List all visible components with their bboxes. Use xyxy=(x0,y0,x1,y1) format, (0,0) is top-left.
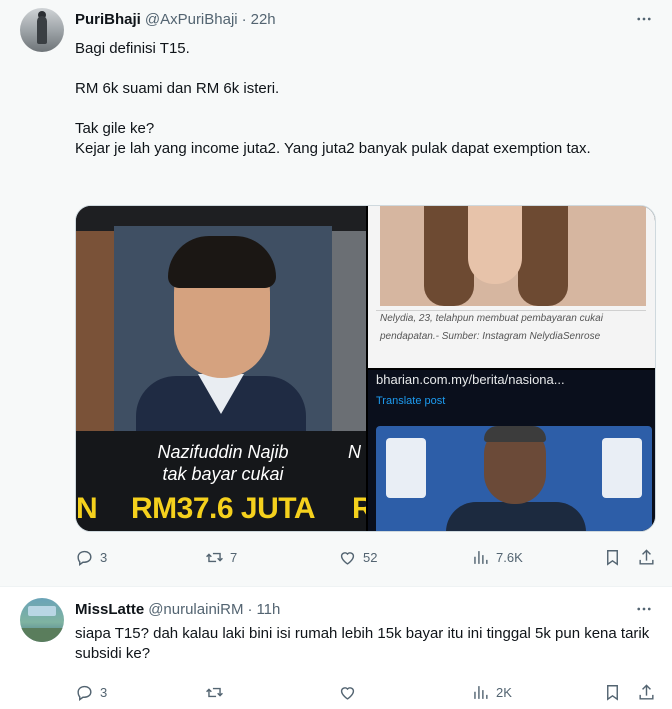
tweet-text: Bagi definisi T15. RM 6k suami dan RM 6k… xyxy=(75,39,655,159)
views-icon xyxy=(474,685,488,699)
separator: · xyxy=(247,600,253,618)
tweet-paragraph: Tak gile ke? Kejar je lah yang income ju… xyxy=(75,120,591,157)
caption-fragment: N xyxy=(76,492,98,525)
display-name[interactable]: PuriBhaji xyxy=(75,11,141,28)
media-grid: Nazifuddin Najib tak bayar cukai N RM37.… xyxy=(75,205,656,532)
views-icon xyxy=(474,550,488,564)
share-button[interactable] xyxy=(637,547,662,567)
tweet-paragraph: siapa T15? dah kalau laki bini isi rumah… xyxy=(75,625,654,662)
bookmark-button[interactable] xyxy=(603,682,628,702)
reply-icon xyxy=(77,685,92,701)
timestamp[interactable]: 11h xyxy=(256,601,280,618)
share-button[interactable] xyxy=(637,682,662,702)
share-icon xyxy=(639,683,654,700)
timestamp[interactable]: 22h xyxy=(251,11,276,28)
article-url: bharian.com.my/berita/nasiona... xyxy=(376,372,565,387)
bookmark-icon xyxy=(607,684,618,701)
user-handle[interactable]: @nurulainiRM xyxy=(148,601,243,618)
caption-fragment: N xyxy=(348,442,361,462)
view-count: 7.6K xyxy=(496,549,523,565)
reply-icon xyxy=(77,550,92,566)
background-panel xyxy=(386,438,426,498)
image-caption: Nazifuddin Najib tak bayar cukai xyxy=(114,441,332,485)
reply-button[interactable]: 3 xyxy=(75,547,107,567)
retweet-icon xyxy=(206,552,223,562)
share-icon xyxy=(639,548,654,565)
screenshot-photo xyxy=(376,426,652,531)
avatar[interactable] xyxy=(20,8,64,52)
view-count: 2K xyxy=(496,684,512,700)
views-button[interactable]: 7.6K xyxy=(471,547,523,567)
photo-hair xyxy=(424,206,474,306)
photo-face xyxy=(468,206,522,284)
like-button[interactable] xyxy=(338,682,363,702)
tweet-paragraph: Bagi definisi T15. xyxy=(75,40,190,57)
retweet-button[interactable] xyxy=(205,682,230,702)
separator: · xyxy=(241,10,247,28)
portrait-hair xyxy=(168,236,276,288)
tweet-header: MissLatte @nurulainiRM · 11h xyxy=(75,599,280,619)
tweet-paragraph: RM 6k suami dan RM 6k isteri. xyxy=(75,80,280,97)
tweet[interactable]: MissLatte @nurulainiRM · 11h siapa T15? … xyxy=(0,586,672,709)
like-count: 52 xyxy=(363,549,378,565)
tweet-header: PuriBhaji @AxPuriBhaji · 22h xyxy=(75,9,276,29)
more-button[interactable] xyxy=(632,597,656,621)
avatar-ground xyxy=(20,628,64,642)
display-name[interactable]: MissLatte xyxy=(75,601,144,618)
like-icon xyxy=(340,551,355,565)
bookmark-button[interactable] xyxy=(603,547,628,567)
user-handle[interactable]: @AxPuriBhaji xyxy=(145,11,238,28)
views-button[interactable]: 2K xyxy=(471,682,512,702)
tweet[interactable]: PuriBhaji @AxPuriBhaji · 22h Bagi defini… xyxy=(0,0,672,586)
caption-fragment: R xyxy=(352,493,366,525)
caption-line: Nazifuddin Najib xyxy=(157,442,289,462)
tweet-text: siapa T15? dah kalau laki bini isi rumah… xyxy=(75,624,655,664)
background-panel xyxy=(76,231,114,431)
background-panel xyxy=(332,231,366,431)
like-button[interactable]: 52 xyxy=(338,547,377,567)
reply-count: 3 xyxy=(100,549,108,565)
photo-uniform xyxy=(446,502,586,531)
background-panel xyxy=(602,438,642,498)
photo-hair xyxy=(518,206,568,306)
avatar-figure xyxy=(37,16,47,44)
retweet-button[interactable]: 7 xyxy=(205,547,237,567)
more-icon xyxy=(637,607,651,611)
caption-amount: RM37.6 JUTA xyxy=(131,492,316,525)
like-icon xyxy=(340,686,355,700)
bookmark-icon xyxy=(607,549,618,566)
reply-count: 3 xyxy=(100,684,108,700)
media-image-news-graphic[interactable]: Nazifuddin Najib tak bayar cukai N RM37.… xyxy=(76,206,366,531)
media-image-news-photo[interactable]: Nelydia, 23, telahpun membuat pembayaran… xyxy=(368,206,655,368)
caption-line: tak bayar cukai xyxy=(162,464,284,484)
retweet-icon xyxy=(206,687,223,697)
avatar[interactable] xyxy=(20,598,64,642)
tweet-actions: 3 7 52 7.6K xyxy=(75,547,656,567)
photo-caption: Nelydia, 23, telahpun membuat pembayaran… xyxy=(376,310,646,346)
reply-button[interactable]: 3 xyxy=(75,682,107,702)
photo-hair xyxy=(484,426,546,442)
tweet-actions: 3 2K xyxy=(75,682,656,702)
avatar-sky xyxy=(28,606,56,616)
retweet-count: 7 xyxy=(230,549,238,565)
media-image-screenshot[interactable]: bharian.com.my/berita/nasiona... Transla… xyxy=(368,370,655,531)
more-icon xyxy=(637,17,651,21)
translate-link: Translate post xyxy=(376,395,446,407)
more-button[interactable] xyxy=(632,7,656,31)
